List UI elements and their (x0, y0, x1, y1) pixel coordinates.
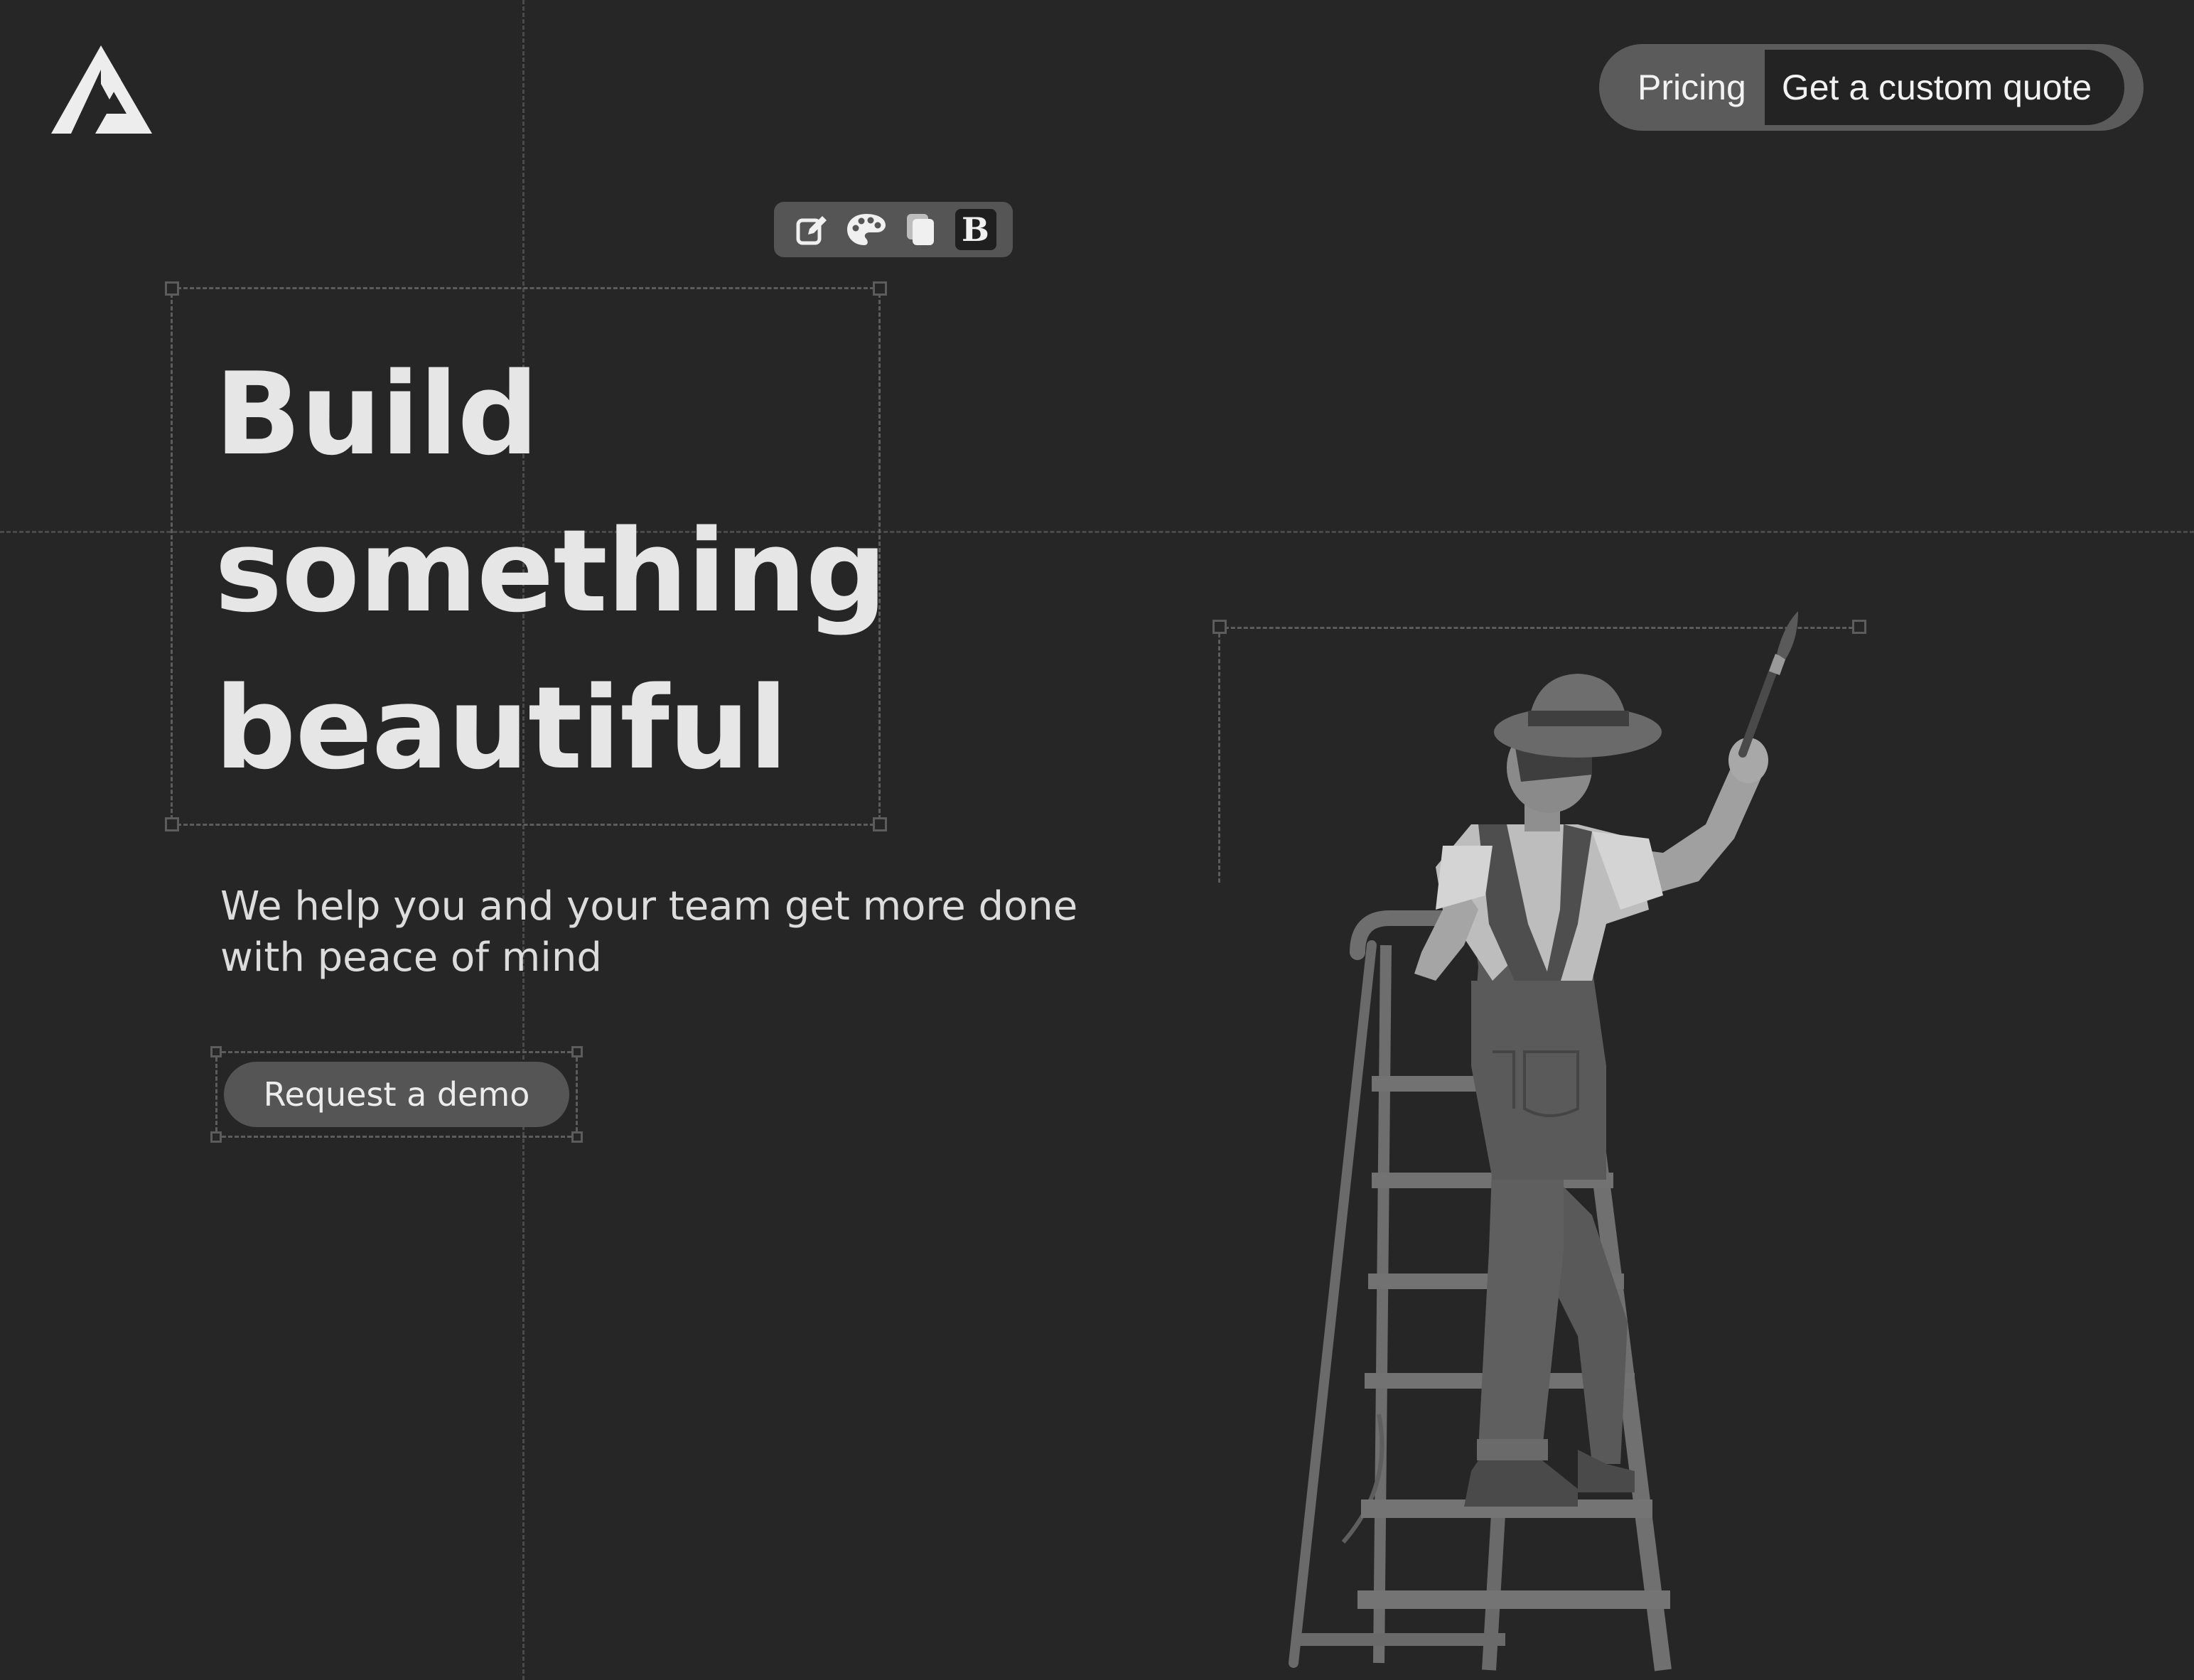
resize-handle[interactable] (165, 817, 179, 831)
edit-toolbar: B (774, 202, 1013, 257)
duplicate-icon[interactable] (900, 209, 942, 250)
resize-handle[interactable] (210, 1046, 222, 1057)
edit-icon[interactable] (791, 209, 832, 250)
resize-handle[interactable] (873, 817, 887, 831)
resize-handle[interactable] (1852, 620, 1866, 634)
painter-on-ladder-illustration (1289, 611, 1798, 1671)
resize-handle[interactable] (873, 281, 887, 296)
headline-line: something (215, 505, 887, 637)
headline-line: beautiful (215, 662, 788, 795)
subtitle-line: We help you and your team get more done (220, 883, 1078, 930)
headline-line: Build (215, 348, 539, 480)
landing-page: Pricing Get a custom quote B Build somet… (0, 0, 2194, 1680)
resize-handle[interactable] (165, 281, 179, 296)
subtitle-line: with peace of mind (220, 935, 602, 981)
request-demo-button[interactable]: Request a demo (224, 1062, 569, 1127)
resize-handle[interactable] (571, 1046, 583, 1057)
hero-subtitle: We help you and your team get more done … (220, 881, 1144, 984)
vertical-guide-line (522, 0, 525, 1680)
hero-headline[interactable]: Build something beautiful (215, 335, 897, 807)
top-nav: Pricing Get a custom quote (1599, 44, 2144, 131)
resize-handle[interactable] (210, 1131, 222, 1143)
resize-handle[interactable] (571, 1131, 583, 1143)
triangle-logo-icon[interactable] (51, 45, 152, 134)
custom-quote-button[interactable]: Get a custom quote (1764, 50, 2125, 125)
bold-button[interactable]: B (955, 209, 996, 250)
palette-icon[interactable] (846, 209, 887, 250)
pricing-link[interactable]: Pricing (1599, 70, 1765, 105)
